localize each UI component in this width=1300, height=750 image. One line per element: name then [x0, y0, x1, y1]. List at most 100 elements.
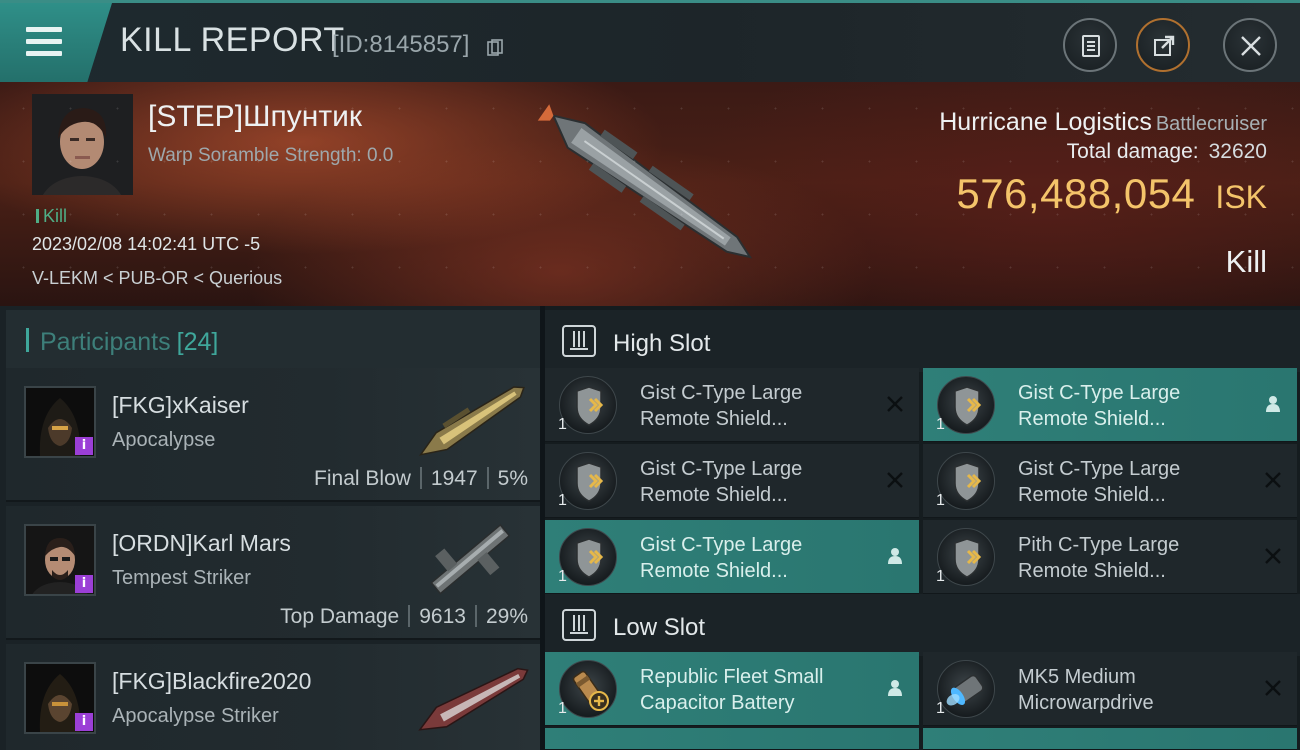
isk-value-line: 576,488,054 ISK [956, 170, 1267, 218]
avatar[interactable] [24, 524, 96, 596]
share-button[interactable] [1136, 18, 1190, 72]
participant-name[interactable]: [ORDN]Karl Mars [112, 530, 291, 557]
participant-ship-image [418, 386, 525, 456]
total-damage-label: Total damage: [1066, 140, 1199, 163]
high-slot-icon [562, 325, 596, 357]
victim-banner: [STEP]Шпунтик Warp Soramble Strength: 0.… [0, 82, 1300, 306]
implant-badge [75, 575, 93, 593]
participants-title: Participants [24] [40, 328, 218, 357]
module-item[interactable]: 1 Pith C-Type Large Remote Shield... [923, 520, 1297, 594]
participant-percent: 29% [485, 605, 528, 628]
victim-ship-image[interactable] [520, 92, 780, 282]
capacitor-battery-icon [559, 660, 617, 718]
participant-ship: Apocalypse Striker [112, 705, 279, 727]
participant-percent: 5% [497, 467, 528, 490]
participant-ship: Apocalypse [112, 429, 216, 451]
section-accent-bar [26, 328, 29, 352]
module-name: Gist C-Type Large Remote Shield... [1018, 380, 1258, 432]
module-name-line2: Remote Shield... [640, 560, 788, 582]
module-name-line2: Remote Shield... [1018, 560, 1166, 582]
module-name-line2: Remote Shield... [1018, 484, 1166, 506]
module-name-line1: Gist C-Type Large [640, 382, 803, 404]
module-name-line1: MK5 Medium [1018, 666, 1136, 688]
victim-name[interactable]: [STEP]Шпунтик [148, 100, 362, 134]
module-name-line2: Remote Shield... [640, 484, 788, 506]
victim-ship-type[interactable]: Hurricane Logistics Battlecruiser [939, 108, 1267, 137]
destroyed-icon [1265, 680, 1281, 696]
module-name: MK5 Medium Microwarpdrive [1018, 664, 1258, 716]
participant-stats: Top Damage 9613 29% [280, 605, 528, 629]
module-name: Gist C-Type Large Remote Shield... [1018, 456, 1258, 508]
share-icon [1154, 35, 1175, 56]
destroyed-icon [1265, 548, 1281, 564]
copy-icon[interactable] [487, 39, 503, 57]
victim-portrait[interactable] [32, 94, 133, 195]
participant-name[interactable]: [FKG]xKaiser [112, 392, 249, 419]
shield-module-icon [937, 376, 995, 434]
kill-result-label: Kill [1225, 244, 1267, 279]
participants-header: Participants [24] [6, 310, 540, 368]
module-item[interactable]: 1 Gist C-Type Large Remote Shield... [545, 368, 919, 442]
high-slot-header: High Slot [545, 310, 1300, 372]
module-quantity: 1 [558, 568, 567, 585]
menu-button[interactable] [0, 3, 112, 82]
fitting-panel: High Slot 1 Gist C-Type Large Remote Shie… [545, 306, 1300, 750]
module-name: Republic Fleet Small Capacitor Battery [640, 664, 880, 716]
page-title: KILL REPORT [120, 21, 345, 59]
module-name: Gist C-Type Large Remote Shield... [640, 456, 880, 508]
participant-name[interactable]: [FKG]Blackfire2020 [112, 668, 311, 695]
module-quantity: 1 [558, 700, 567, 717]
module-quantity: 1 [936, 416, 945, 433]
participant-row[interactable]: [ORDN]Karl Mars Tempest Striker Top Dama… [6, 506, 540, 640]
module-name: Gist C-Type Large Remote Shield... [640, 532, 880, 584]
module-item[interactable] [545, 728, 919, 750]
kill-datetime: 2023/02/08 14:02:41 UTC -5 [32, 234, 261, 254]
hamburger-icon [26, 27, 62, 32]
shield-module-icon [559, 528, 617, 586]
participant-ship-image [430, 523, 511, 595]
implant-badge [75, 713, 93, 731]
dropped-person-icon [888, 680, 902, 696]
destroyed-icon [1265, 472, 1281, 488]
module-name-line2: Microwarpdrive [1018, 692, 1154, 714]
shield-module-icon [559, 452, 617, 510]
close-icon [1241, 36, 1261, 56]
module-name: Gist C-Type Large Remote Shield... [640, 380, 880, 432]
participants-count: [24] [176, 328, 219, 356]
pilot-portrait-image [32, 94, 133, 195]
participant-damage: 1947 [430, 467, 478, 490]
module-item[interactable]: 1 Gist C-Type Large Remote Shield... [545, 520, 919, 594]
total-damage: Total damage: 32620 [1067, 140, 1267, 164]
module-quantity: 1 [936, 700, 945, 717]
participant-ship-image [418, 667, 529, 731]
low-slot-icon [562, 609, 596, 641]
hamburger-icon-bar [26, 39, 62, 44]
header-bar: KILL REPORT [ID:8145857] [0, 0, 1300, 82]
ship-class: Battlecruiser [1155, 113, 1267, 135]
isk-value: 576,488,054 [956, 170, 1196, 217]
module-quantity: 1 [936, 568, 945, 585]
isk-unit: ISK [1215, 179, 1267, 215]
module-item[interactable] [923, 728, 1297, 750]
avatar[interactable] [24, 662, 96, 734]
kill-location[interactable]: V-LEKM < PUB-OR < Querious [32, 268, 282, 289]
module-item[interactable]: 1 Gist C-Type Large Remote Shield... [923, 444, 1297, 518]
clipboard-button[interactable] [1063, 18, 1117, 72]
module-item[interactable]: 1 MK5 Medium Microwarpdrive [923, 652, 1297, 726]
module-name-line1: Gist C-Type Large [1018, 458, 1181, 480]
participant-row[interactable]: [FKG]Blackfire2020 Apocalypse Striker [6, 644, 540, 750]
module-name-line2: Remote Shield... [1018, 408, 1166, 430]
module-name-line1: Gist C-Type Large [640, 534, 803, 556]
shield-module-icon [559, 376, 617, 434]
avatar[interactable] [24, 386, 96, 458]
participant-role: Final Blow [314, 467, 411, 490]
module-item[interactable]: 1 Gist C-Type Large Remote Shield... [923, 368, 1297, 442]
participants-label: Participants [40, 328, 171, 356]
close-button[interactable] [1223, 18, 1277, 72]
module-item[interactable]: 1 Republic Fleet Small Capacitor Battery [545, 652, 919, 726]
participant-row[interactable]: [FKG]xKaiser Apocalypse Final Blow 1947 5% [6, 368, 540, 502]
warp-scramble-strength: Warp Soramble Strength: 0.0 [148, 145, 394, 166]
module-name-line1: Gist C-Type Large [640, 458, 803, 480]
module-item[interactable]: 1 Gist C-Type Large Remote Shield... [545, 444, 919, 518]
module-name-line2: Remote Shield... [640, 408, 788, 430]
